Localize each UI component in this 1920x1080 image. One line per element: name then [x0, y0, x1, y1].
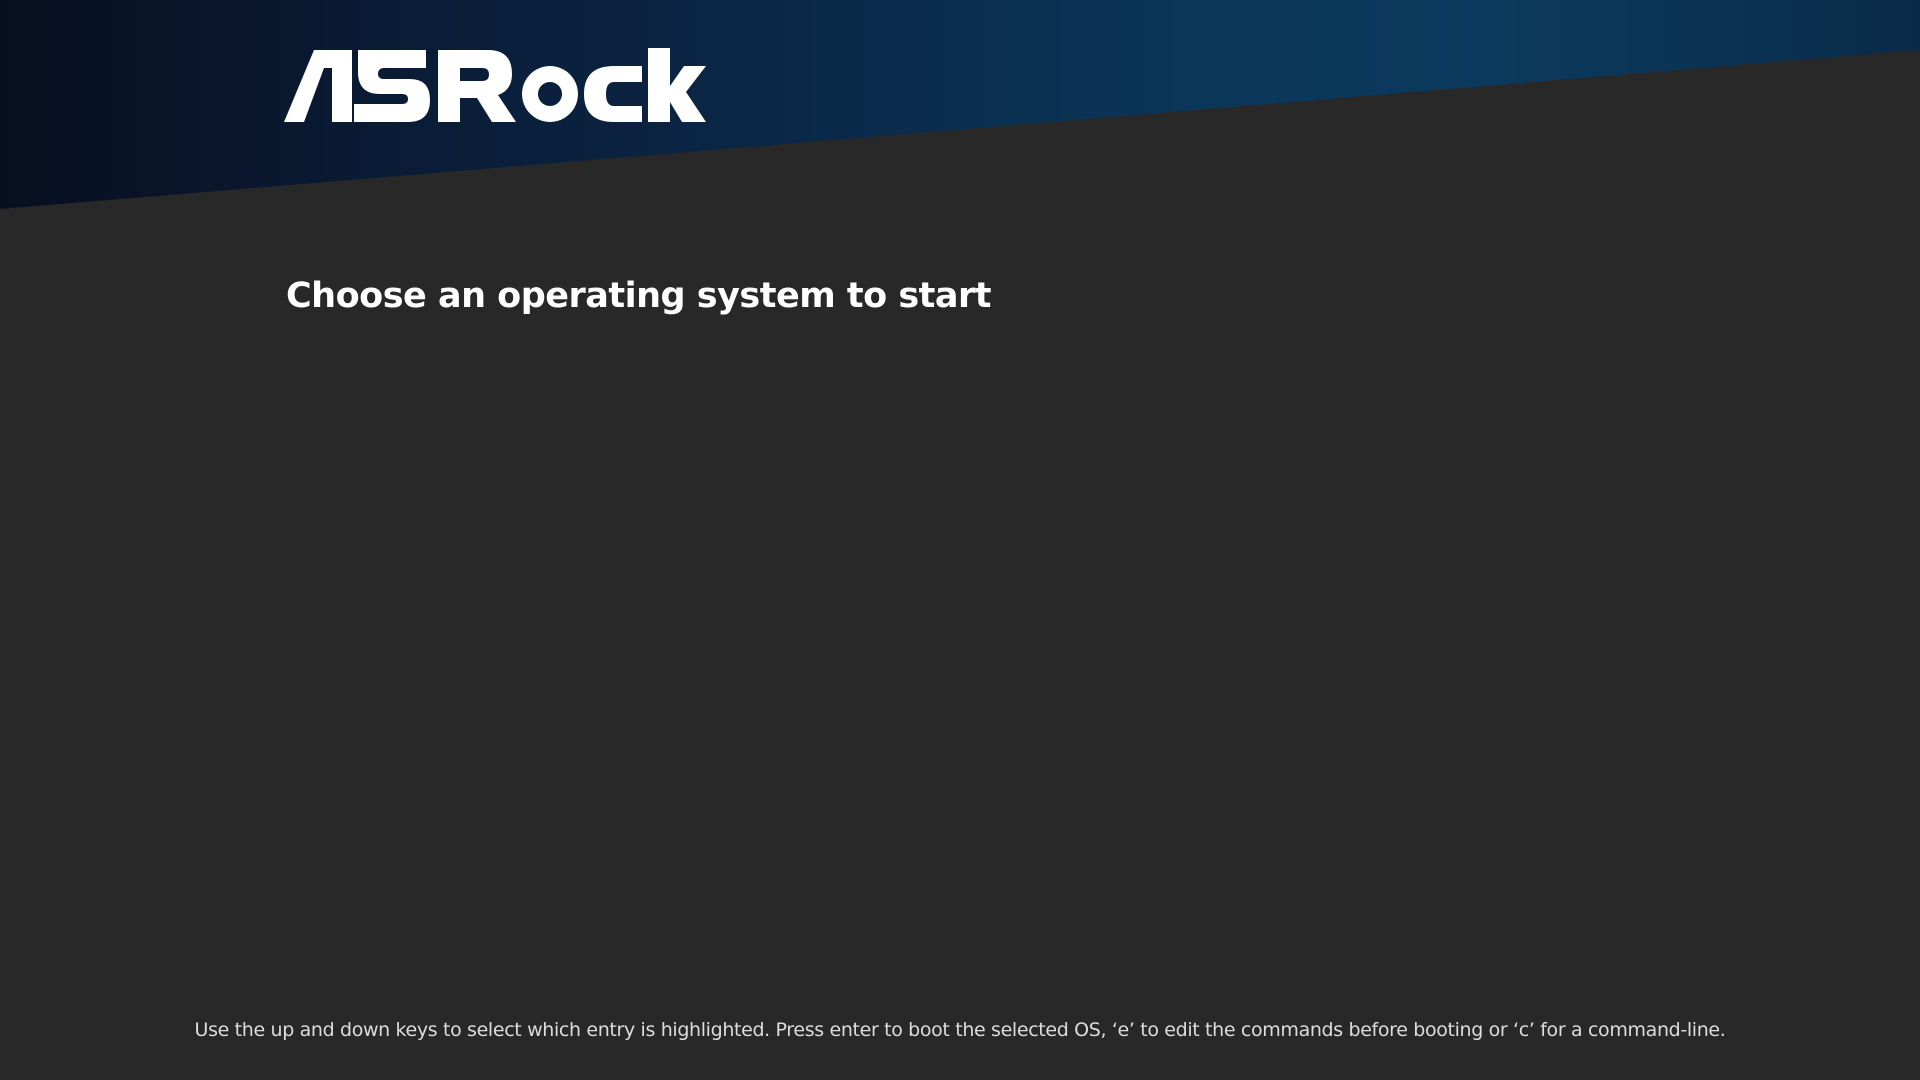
- boot-screen: Choose an operating system to start Use …: [0, 0, 1920, 1080]
- asrock-logo: [284, 48, 706, 122]
- page-title: Choose an operating system to start: [286, 276, 992, 316]
- os-entry-list[interactable]: [286, 340, 1634, 940]
- help-text: Use the up and down keys to select which…: [194, 1019, 1726, 1041]
